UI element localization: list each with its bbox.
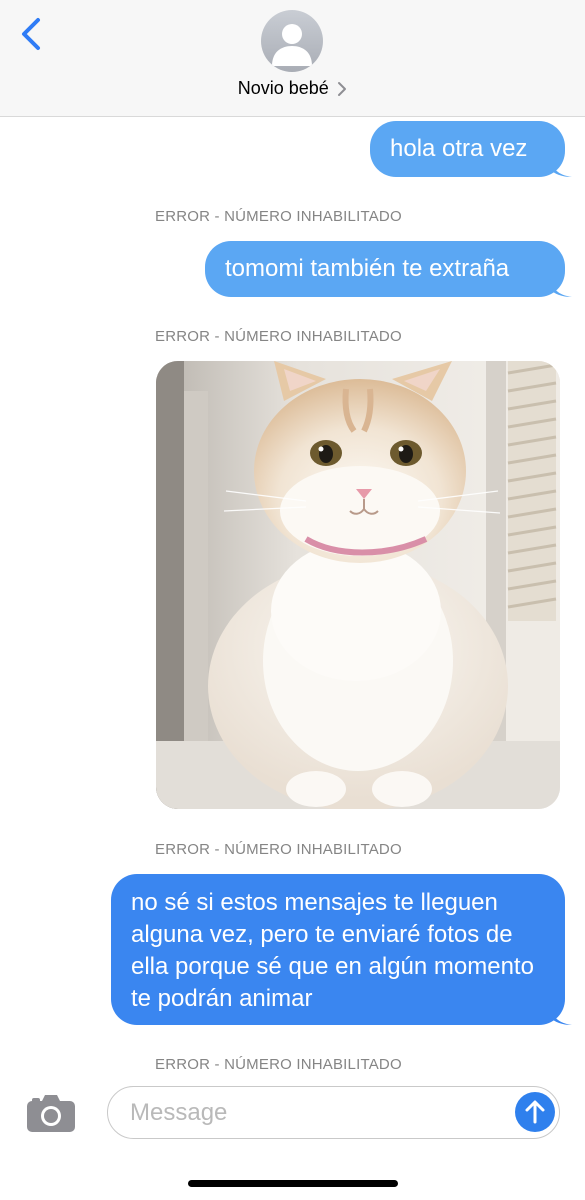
person-silhouette-icon [272,24,312,66]
delivery-error-status: ERROR - NÚMERO INHABILITADO [155,328,402,345]
message-composer [107,1086,560,1139]
message-text: hola otra vez [390,135,528,162]
message-input[interactable] [130,1095,490,1131]
delivery-error-status: ERROR - NÚMERO INHABILITADO [155,841,402,858]
bubble-tail [550,157,572,177]
bubble-tail [550,1005,572,1025]
camera-icon[interactable] [26,1093,76,1133]
message-bubble[interactable]: no sé si estos mensajes te lleguen algun… [111,874,572,1025]
message-bubble[interactable]: hola otra vez [370,121,572,177]
contact-name-row[interactable]: Novio bebé [0,78,585,102]
contact-avatar[interactable] [261,10,323,72]
delivery-error-status: ERROR - NÚMERO INHABILITADO [155,1056,402,1073]
message-bubble[interactable]: tomomi también te extraña [205,241,572,297]
cat-photo-image [156,361,560,809]
delivery-error-status: ERROR - NÚMERO INHABILITADO [155,208,402,225]
chevron-right-icon [338,81,347,96]
arrow-up-icon [525,1100,545,1124]
message-text: no sé si estos mensajes te lleguen algun… [131,889,534,1012]
conversation-header: Novio bebé [0,0,585,117]
back-button[interactable] [16,14,46,58]
message-text: tomomi también te extraña [225,255,510,282]
cat-photo[interactable] [156,361,560,809]
contact-name[interactable]: Novio bebé [238,78,329,98]
send-button[interactable] [515,1092,555,1132]
home-indicator [188,1180,398,1187]
chevron-left-icon[interactable] [16,14,46,58]
camera-button[interactable] [26,1093,76,1133]
bubble-tail [550,277,572,297]
